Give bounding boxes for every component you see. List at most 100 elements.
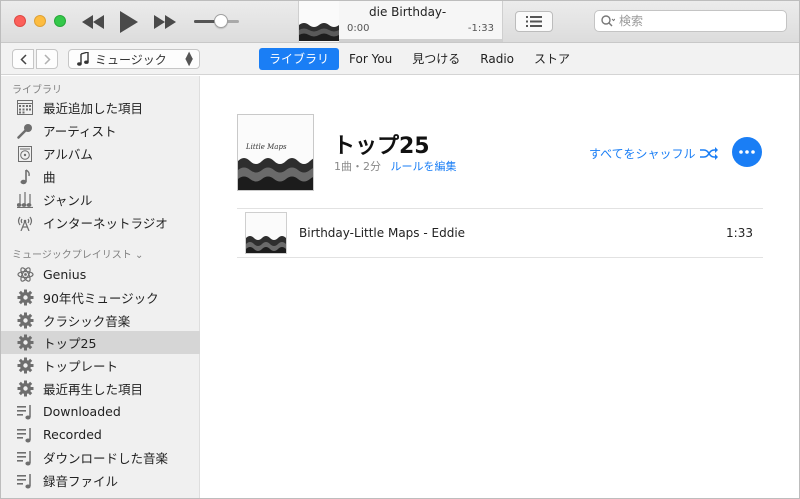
- sidebar-item-recordings[interactable]: 録音ファイル: [1, 469, 200, 492]
- tab-for-you[interactable]: For You: [339, 48, 402, 70]
- search-icon: [601, 15, 615, 27]
- music-note-icon: [16, 168, 34, 186]
- chevron-right-icon: [43, 53, 51, 65]
- playlist-artwork[interactable]: Little Maps: [237, 114, 314, 191]
- rewind-icon: [82, 15, 104, 29]
- genius-atom-icon: [16, 266, 34, 284]
- library-section-header: ライブラリ: [12, 85, 62, 96]
- playlist-icon: [16, 426, 34, 444]
- playlist-icon: [16, 472, 34, 490]
- volume-slider[interactable]: [194, 14, 239, 28]
- title-bar: die Birthday- 0:00 -1:33: [1, 1, 799, 43]
- shuffle-all-label: すべてをシャッフル: [589, 147, 696, 161]
- sidebar-item-top-25[interactable]: トップ25: [1, 331, 200, 354]
- sidebar-item-downloaded[interactable]: Downloaded: [1, 400, 200, 423]
- sidebar-item-label: クラシック音楽: [43, 314, 131, 329]
- sidebar-item-classical[interactable]: クラシック音楽: [1, 309, 200, 332]
- sidebar-item-label: 曲: [43, 170, 56, 185]
- smart-playlist-gear-icon: [16, 357, 34, 375]
- sidebar-item-songs[interactable]: 曲: [1, 165, 200, 188]
- album-cover-image: [246, 213, 286, 253]
- minimize-window-button[interactable]: [34, 15, 46, 27]
- close-window-button[interactable]: [14, 15, 26, 27]
- album-icon: [16, 145, 34, 163]
- shuffle-all-button[interactable]: すべてをシャッフル: [589, 145, 719, 162]
- itunes-window: die Birthday- 0:00 -1:33 検索 ミュージック ▲ ▼ ラ…: [0, 0, 800, 499]
- sidebar-item-label: 最近追加した項目: [43, 101, 144, 116]
- sidebar-item-recently-played[interactable]: 最近再生した項目: [1, 377, 200, 400]
- elapsed-time: 0:00: [347, 23, 370, 34]
- sidebar-item-genres[interactable]: ジャンル: [1, 188, 200, 211]
- play-button[interactable]: [117, 10, 141, 34]
- search-field[interactable]: [594, 10, 787, 32]
- smart-playlist-gear-icon: [16, 312, 34, 330]
- smart-playlist-gear-icon: [16, 334, 34, 352]
- up-next-button[interactable]: [515, 11, 553, 32]
- smart-playlist-gear-icon: [16, 380, 34, 398]
- playlists-section-header[interactable]: ミュージックプレイリスト ⌄: [12, 246, 143, 261]
- playback-progress-bar[interactable]: [339, 39, 502, 42]
- now-playing-display[interactable]: die Birthday- 0:00 -1:33: [298, 1, 503, 42]
- sidebar-item-label: 90年代ミュージック: [43, 291, 159, 306]
- svg-text:Little Maps: Little Maps: [245, 143, 287, 151]
- sidebar-item-label: アルバム: [43, 147, 93, 162]
- now-playing-title: die Birthday-: [369, 5, 447, 19]
- track-row[interactable]: Birthday-Little Maps - Eddie 1:33: [237, 209, 763, 257]
- sidebar-item-label: ジャンル: [43, 193, 93, 208]
- radio-antenna-icon: [16, 214, 34, 232]
- track-artwork: [245, 212, 287, 254]
- list-icon: [526, 16, 542, 27]
- genre-icon: [16, 191, 34, 209]
- sidebar-item-label: アーティスト: [43, 124, 117, 139]
- volume-knob[interactable]: [214, 14, 228, 28]
- previous-track-button[interactable]: [81, 10, 105, 34]
- track-title: Birthday-Little Maps - Eddie: [299, 226, 466, 240]
- microphone-icon: [16, 122, 34, 140]
- playlist-detail-pane: Little Maps トップ25 1曲・2分 ルールを編集 すべてをシャッフル: [201, 76, 799, 498]
- music-note-icon: [77, 52, 89, 66]
- sidebar-item-recently-added[interactable]: 最近追加した項目: [1, 96, 200, 119]
- chevron-down-icon: ⌄: [135, 250, 144, 261]
- sidebar-item-genius[interactable]: Genius: [1, 263, 200, 286]
- playlist-icon: [16, 449, 34, 467]
- sidebar-item-90s-music[interactable]: 90年代ミュージック: [1, 286, 200, 309]
- album-cover-image: Little Maps: [238, 115, 313, 190]
- tab-radio[interactable]: Radio: [470, 48, 524, 70]
- playlists-section-title: ミュージックプレイリスト: [12, 250, 132, 261]
- sidebar-item-label: ダウンロードした音楽: [43, 451, 169, 466]
- divider: [237, 257, 763, 258]
- tab-store[interactable]: ストア: [524, 48, 580, 70]
- search-input[interactable]: [619, 14, 769, 28]
- remaining-time: -1:33: [467, 23, 494, 34]
- sidebar-item-artists[interactable]: アーティスト: [1, 119, 200, 142]
- sidebar-item-label: Genius: [43, 267, 87, 282]
- media-kind-selector[interactable]: ミュージック ▲ ▼: [68, 49, 200, 69]
- tab-library[interactable]: ライブラリ: [259, 48, 340, 70]
- sidebar-item-recorded[interactable]: Recorded: [1, 423, 200, 446]
- playlist-icon: [16, 403, 34, 421]
- play-icon: [120, 11, 138, 33]
- chevron-left-icon: [19, 53, 27, 65]
- edit-rules-link[interactable]: ルールを編集: [391, 160, 457, 173]
- sidebar-item-label: トップレート: [43, 359, 119, 374]
- media-kind-label: ミュージック: [95, 52, 167, 67]
- now-playing-artwork: [299, 1, 339, 41]
- zoom-window-button[interactable]: [54, 15, 66, 27]
- next-track-button[interactable]: [153, 10, 177, 34]
- playlist-track-count: 1曲・2分: [334, 160, 381, 173]
- more-options-button[interactable]: [732, 137, 762, 167]
- sidebar-item-top-rated[interactable]: トップレート: [1, 354, 200, 377]
- sidebar-item-downloaded-music[interactable]: ダウンロードした音楽: [1, 446, 200, 469]
- sidebar-item-label: インターネットラジオ: [43, 216, 168, 231]
- sidebar-item-internet-radio[interactable]: インターネットラジオ: [1, 211, 200, 234]
- calendar-grid-icon: [16, 99, 34, 117]
- forward-button[interactable]: [36, 49, 58, 69]
- sidebar-item-label: Downloaded: [43, 404, 121, 419]
- back-button[interactable]: [12, 49, 34, 69]
- sidebar-item-albums[interactable]: アルバム: [1, 142, 200, 165]
- ellipsis-icon: [739, 150, 755, 154]
- shuffle-icon: [700, 147, 719, 160]
- tab-browse[interactable]: 見つける: [402, 48, 470, 70]
- playlist-title: トップ25: [333, 134, 430, 159]
- sidebar-item-label: トップ25: [43, 336, 97, 351]
